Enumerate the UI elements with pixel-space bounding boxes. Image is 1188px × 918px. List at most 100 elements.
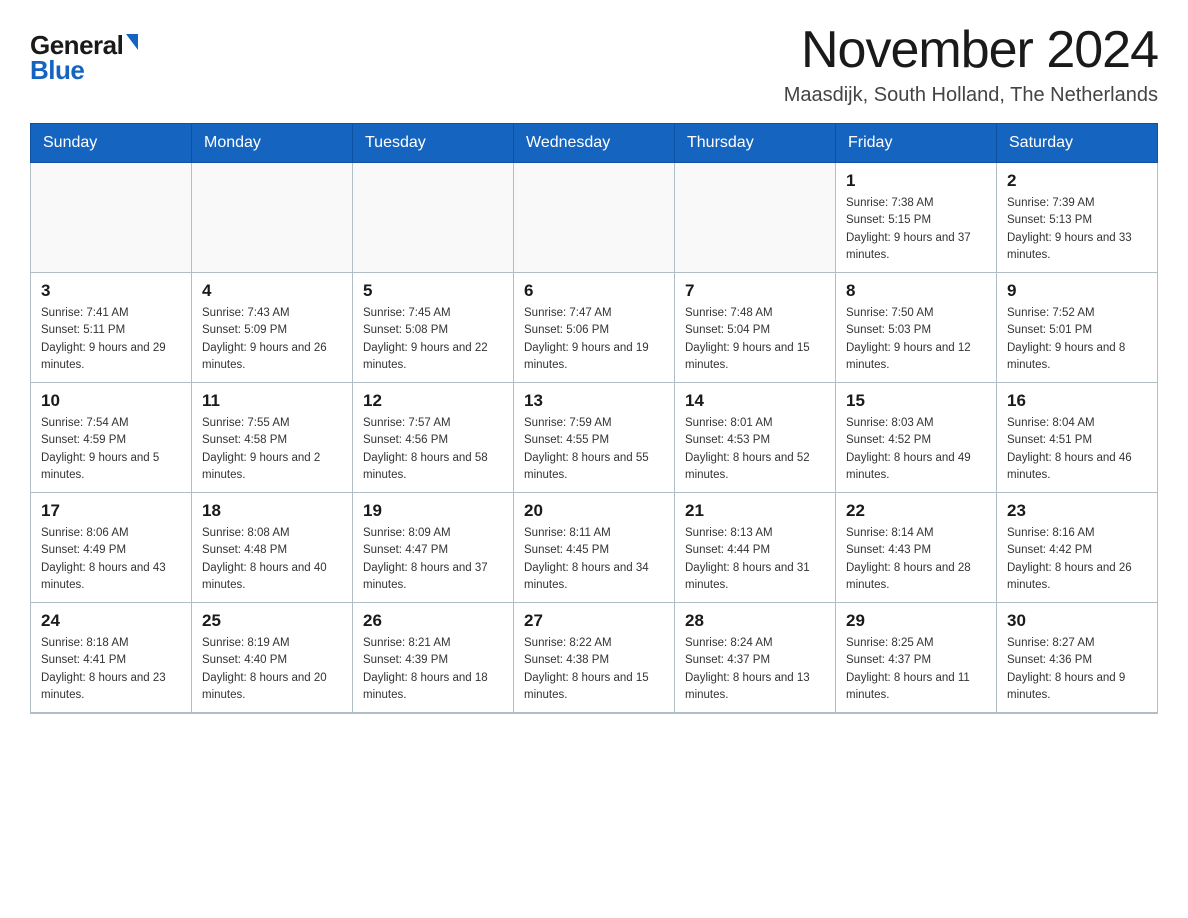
calendar-week-row: 24 Sunrise: 8:18 AM Sunset: 4:41 PM Dayli… — [31, 603, 1158, 714]
calendar-cell — [353, 163, 514, 273]
day-info: Sunrise: 8:16 AM Sunset: 4:42 PM Dayligh… — [1007, 525, 1147, 594]
calendar-day-header: Thursday — [675, 124, 836, 163]
day-number: 1 — [846, 171, 986, 191]
day-info: Sunrise: 7:59 AM Sunset: 4:55 PM Dayligh… — [524, 415, 664, 484]
logo-blue-text: Blue — [30, 55, 84, 86]
calendar-cell: 1 Sunrise: 7:38 AM Sunset: 5:15 PM Daylig… — [836, 163, 997, 273]
calendar-cell: 17 Sunrise: 8:06 AM Sunset: 4:49 PM Dayli… — [31, 493, 192, 603]
day-info: Sunrise: 7:48 AM Sunset: 5:04 PM Dayligh… — [685, 305, 825, 374]
day-info: Sunrise: 7:38 AM Sunset: 5:15 PM Dayligh… — [846, 195, 986, 264]
calendar-cell: 3 Sunrise: 7:41 AM Sunset: 5:11 PM Daylig… — [31, 273, 192, 383]
day-number: 11 — [202, 391, 342, 411]
day-info: Sunrise: 8:24 AM Sunset: 4:37 PM Dayligh… — [685, 635, 825, 704]
calendar-cell: 15 Sunrise: 8:03 AM Sunset: 4:52 PM Dayli… — [836, 383, 997, 493]
page-title: November 2024 — [784, 20, 1158, 80]
calendar-cell: 25 Sunrise: 8:19 AM Sunset: 4:40 PM Dayli… — [192, 603, 353, 714]
day-number: 10 — [41, 391, 181, 411]
calendar-cell: 12 Sunrise: 7:57 AM Sunset: 4:56 PM Dayli… — [353, 383, 514, 493]
day-info: Sunrise: 8:18 AM Sunset: 4:41 PM Dayligh… — [41, 635, 181, 704]
calendar-header-row: SundayMondayTuesdayWednesdayThursdayFrid… — [31, 124, 1158, 163]
calendar-cell: 9 Sunrise: 7:52 AM Sunset: 5:01 PM Daylig… — [997, 273, 1158, 383]
day-info: Sunrise: 8:25 AM Sunset: 4:37 PM Dayligh… — [846, 635, 986, 704]
day-number: 24 — [41, 611, 181, 631]
page-header: General Blue November 2024 Maasdijk, Sou… — [30, 20, 1158, 107]
day-info: Sunrise: 7:50 AM Sunset: 5:03 PM Dayligh… — [846, 305, 986, 374]
calendar-cell — [675, 163, 836, 273]
day-number: 13 — [524, 391, 664, 411]
day-info: Sunrise: 8:13 AM Sunset: 4:44 PM Dayligh… — [685, 525, 825, 594]
day-info: Sunrise: 7:41 AM Sunset: 5:11 PM Dayligh… — [41, 305, 181, 374]
calendar-cell: 13 Sunrise: 7:59 AM Sunset: 4:55 PM Dayli… — [514, 383, 675, 493]
calendar-cell — [192, 163, 353, 273]
day-number: 21 — [685, 501, 825, 521]
calendar-cell: 22Sunrise: 8:14 AM Sunset: 4:43 PM Dayli… — [836, 493, 997, 603]
calendar-cell: 6 Sunrise: 7:47 AM Sunset: 5:06 PM Daylig… — [514, 273, 675, 383]
logo-triangle-icon — [126, 34, 138, 50]
calendar-cell: 11 Sunrise: 7:55 AM Sunset: 4:58 PM Dayli… — [192, 383, 353, 493]
calendar-cell: 21 Sunrise: 8:13 AM Sunset: 4:44 PM Dayli… — [675, 493, 836, 603]
day-number: 5 — [363, 281, 503, 301]
day-number: 15 — [846, 391, 986, 411]
day-info: Sunrise: 8:19 AM Sunset: 4:40 PM Dayligh… — [202, 635, 342, 704]
calendar-cell — [31, 163, 192, 273]
calendar-cell — [514, 163, 675, 273]
calendar-cell: 18 Sunrise: 8:08 AM Sunset: 4:48 PM Dayli… — [192, 493, 353, 603]
calendar-week-row: 17 Sunrise: 8:06 AM Sunset: 4:49 PM Dayli… — [31, 493, 1158, 603]
day-info: Sunrise: 7:45 AM Sunset: 5:08 PM Dayligh… — [363, 305, 503, 374]
calendar-cell: 30 Sunrise: 8:27 AM Sunset: 4:36 PM Dayli… — [997, 603, 1158, 714]
page-subtitle: Maasdijk, South Holland, The Netherlands — [784, 84, 1158, 107]
calendar-day-header: Monday — [192, 124, 353, 163]
day-info: Sunrise: 7:43 AM Sunset: 5:09 PM Dayligh… — [202, 305, 342, 374]
day-info: Sunrise: 8:09 AM Sunset: 4:47 PM Dayligh… — [363, 525, 503, 594]
day-number: 22 — [846, 501, 986, 521]
day-number: 30 — [1007, 611, 1147, 631]
day-info: Sunrise: 8:03 AM Sunset: 4:52 PM Dayligh… — [846, 415, 986, 484]
day-info: Sunrise: 8:08 AM Sunset: 4:48 PM Dayligh… — [202, 525, 342, 594]
day-info: Sunrise: 7:55 AM Sunset: 4:58 PM Dayligh… — [202, 415, 342, 484]
day-number: 3 — [41, 281, 181, 301]
calendar-cell: 20 Sunrise: 8:11 AM Sunset: 4:45 PM Dayli… — [514, 493, 675, 603]
day-info: Sunrise: 8:06 AM Sunset: 4:49 PM Dayligh… — [41, 525, 181, 594]
day-number: 9 — [1007, 281, 1147, 301]
day-number: 8 — [846, 281, 986, 301]
day-info: Sunrise: 8:22 AM Sunset: 4:38 PM Dayligh… — [524, 635, 664, 704]
day-info: Sunrise: 8:04 AM Sunset: 4:51 PM Dayligh… — [1007, 415, 1147, 484]
calendar-week-row: 1 Sunrise: 7:38 AM Sunset: 5:15 PM Daylig… — [31, 163, 1158, 273]
day-number: 25 — [202, 611, 342, 631]
day-number: 29 — [846, 611, 986, 631]
day-info: Sunrise: 8:11 AM Sunset: 4:45 PM Dayligh… — [524, 525, 664, 594]
calendar-cell: 26 Sunrise: 8:21 AM Sunset: 4:39 PM Dayli… — [353, 603, 514, 714]
day-info: Sunrise: 7:57 AM Sunset: 4:56 PM Dayligh… — [363, 415, 503, 484]
day-number: 4 — [202, 281, 342, 301]
day-number: 12 — [363, 391, 503, 411]
calendar-day-header: Wednesday — [514, 124, 675, 163]
day-number: 19 — [363, 501, 503, 521]
day-info: Sunrise: 8:21 AM Sunset: 4:39 PM Dayligh… — [363, 635, 503, 704]
calendar-cell: 16Sunrise: 8:04 AM Sunset: 4:51 PM Dayli… — [997, 383, 1158, 493]
day-info: Sunrise: 7:47 AM Sunset: 5:06 PM Dayligh… — [524, 305, 664, 374]
calendar-cell: 14Sunrise: 8:01 AM Sunset: 4:53 PM Dayli… — [675, 383, 836, 493]
day-number: 18 — [202, 501, 342, 521]
day-number: 28 — [685, 611, 825, 631]
calendar-cell: 27Sunrise: 8:22 AM Sunset: 4:38 PM Dayli… — [514, 603, 675, 714]
calendar-cell: 2 Sunrise: 7:39 AM Sunset: 5:13 PM Daylig… — [997, 163, 1158, 273]
day-info: Sunrise: 7:39 AM Sunset: 5:13 PM Dayligh… — [1007, 195, 1147, 264]
calendar-cell: 5 Sunrise: 7:45 AM Sunset: 5:08 PM Daylig… — [353, 273, 514, 383]
calendar-day-header: Sunday — [31, 124, 192, 163]
calendar-cell: 4 Sunrise: 7:43 AM Sunset: 5:09 PM Daylig… — [192, 273, 353, 383]
calendar-cell: 23Sunrise: 8:16 AM Sunset: 4:42 PM Dayli… — [997, 493, 1158, 603]
title-area: November 2024 Maasdijk, South Holland, T… — [784, 20, 1158, 107]
calendar-week-row: 3 Sunrise: 7:41 AM Sunset: 5:11 PM Daylig… — [31, 273, 1158, 383]
day-number: 17 — [41, 501, 181, 521]
logo: General Blue — [30, 20, 138, 86]
day-number: 6 — [524, 281, 664, 301]
day-number: 20 — [524, 501, 664, 521]
day-number: 26 — [363, 611, 503, 631]
day-number: 2 — [1007, 171, 1147, 191]
day-number: 7 — [685, 281, 825, 301]
calendar-cell: 8 Sunrise: 7:50 AM Sunset: 5:03 PM Daylig… — [836, 273, 997, 383]
calendar-cell: 24 Sunrise: 8:18 AM Sunset: 4:41 PM Dayli… — [31, 603, 192, 714]
day-info: Sunrise: 7:52 AM Sunset: 5:01 PM Dayligh… — [1007, 305, 1147, 374]
day-info: Sunrise: 8:27 AM Sunset: 4:36 PM Dayligh… — [1007, 635, 1147, 704]
day-info: Sunrise: 7:54 AM Sunset: 4:59 PM Dayligh… — [41, 415, 181, 484]
